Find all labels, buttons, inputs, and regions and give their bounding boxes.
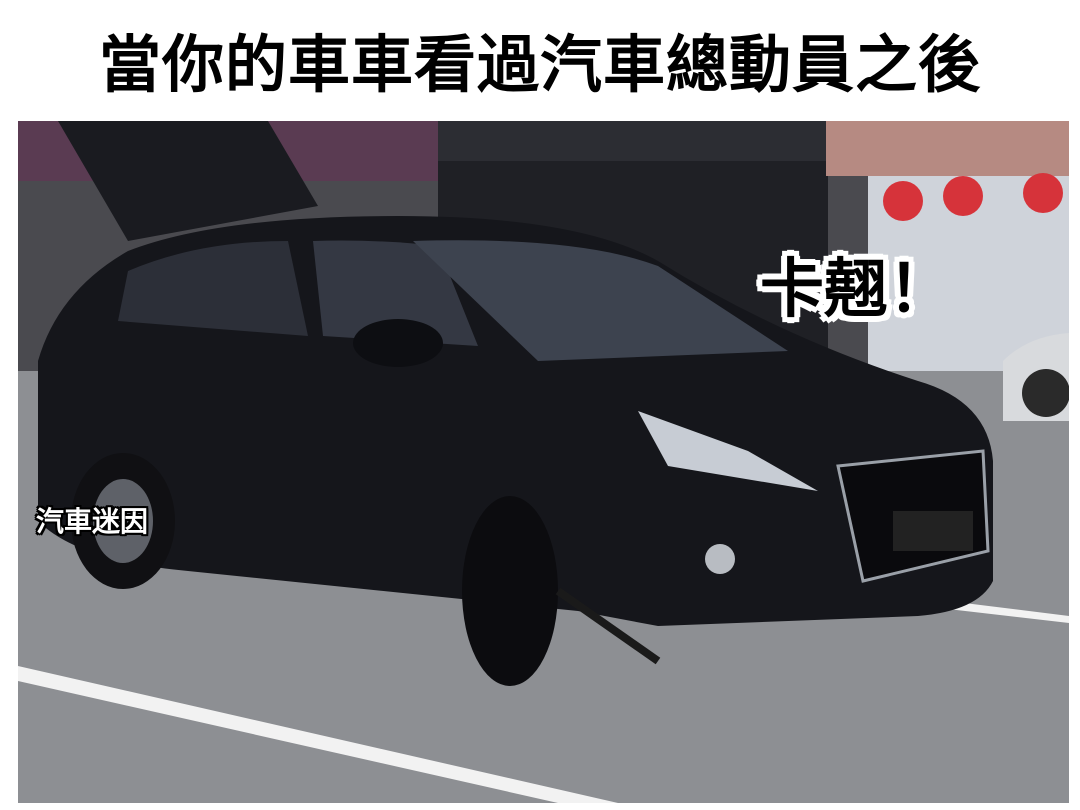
side-mirror: [353, 319, 443, 367]
fog-light: [705, 544, 735, 574]
car-photo: [18, 121, 1069, 803]
front-wheel-detached: [462, 496, 558, 686]
awning: [826, 121, 1069, 176]
lantern-icon: [943, 176, 983, 216]
wheel-icon: [1022, 369, 1069, 417]
exclaim-text: 卡翹！: [760, 253, 952, 327]
meme-caption: 當你的車車看過汽車總動員之後: [98, 28, 981, 101]
watermark-text: 汽車迷因: [36, 505, 149, 538]
lantern-icon: [883, 181, 923, 221]
license-plate: [893, 511, 973, 551]
lantern-icon: [1023, 173, 1063, 213]
shop-sign-middle: [438, 121, 828, 161]
car-photo-illustration: [18, 121, 1069, 803]
